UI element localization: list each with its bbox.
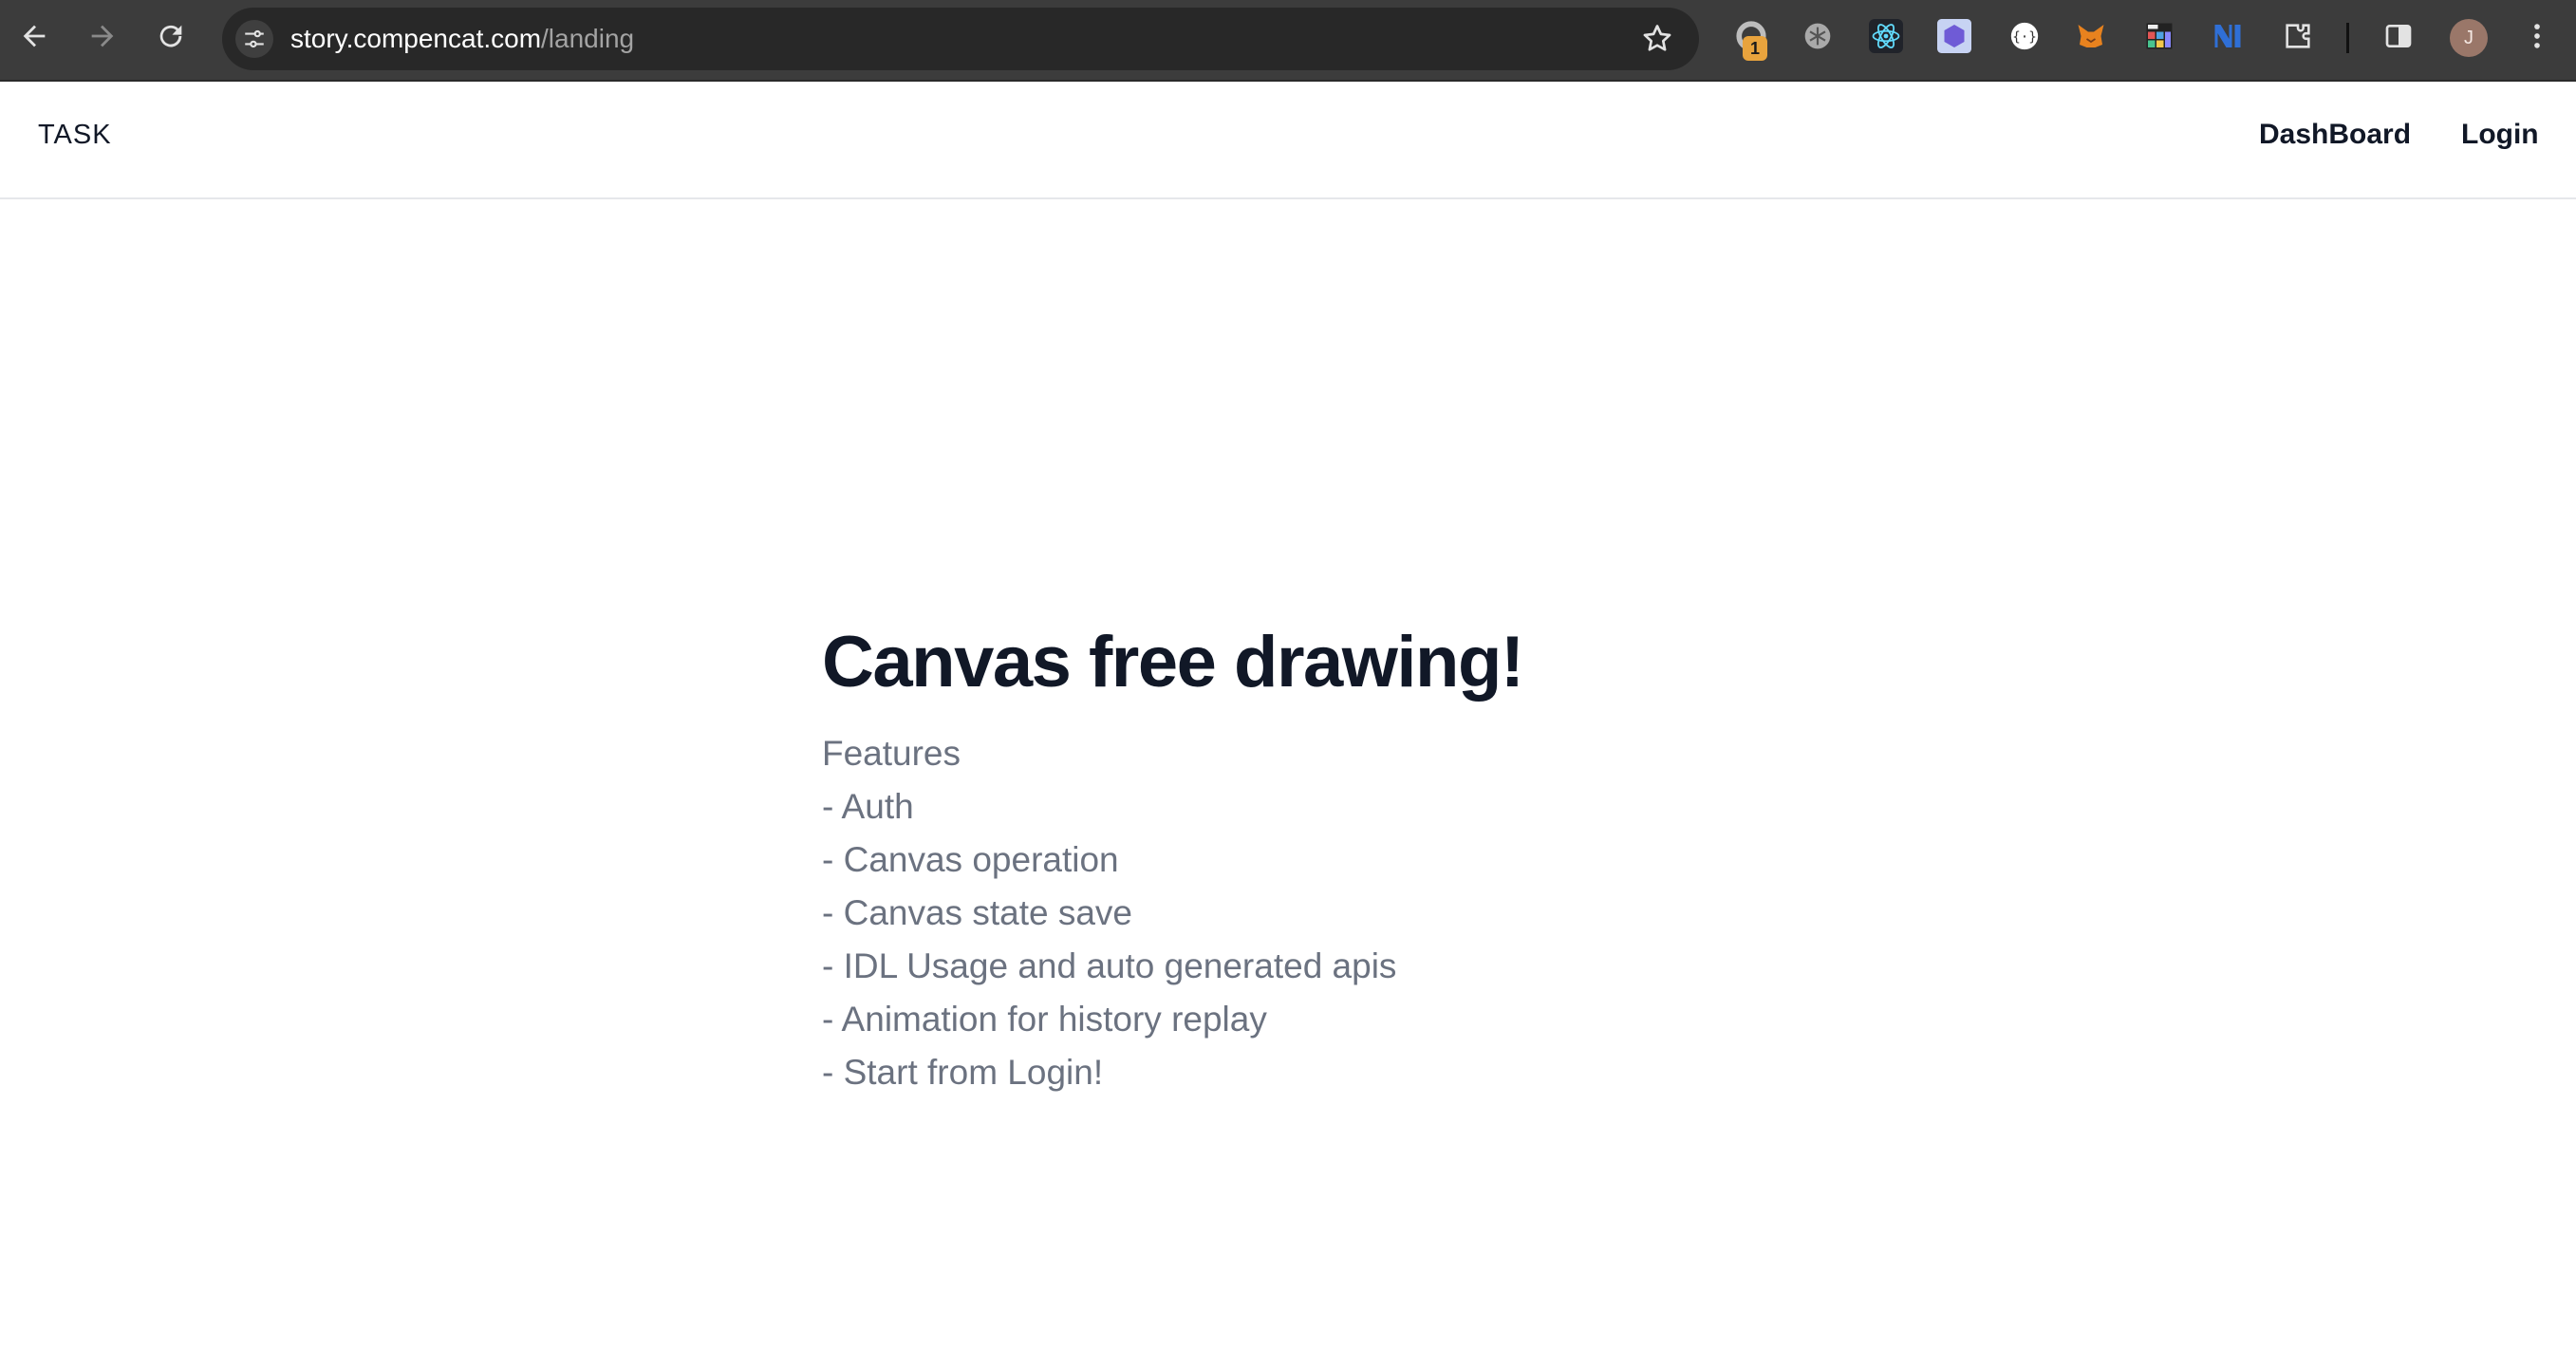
feature-item: - Start from Login! (822, 1053, 1104, 1092)
dashboard-link[interactable]: DashBoard (2259, 82, 2411, 188)
browser-toolbar: story.compencat.com/landing 1 {·} J (0, 0, 2576, 82)
extension-json-viewer-icon[interactable]: {·} (2007, 18, 2043, 54)
kebab-menu-icon[interactable] (2519, 18, 2555, 54)
hero-section: Canvas free drawing! Features - Auth - C… (822, 615, 1524, 1099)
extension-badge: 1 (1743, 36, 1767, 61)
site-header: TASK DashBoard Login (0, 82, 2576, 199)
page-title: Canvas free drawing! (822, 622, 1524, 702)
feature-item: - Canvas operation (822, 840, 1119, 879)
features-list: Features - Auth - Canvas operation - Can… (822, 727, 1523, 1099)
feature-item: - IDL Usage and auto generated apis (822, 946, 1397, 985)
forward-arrow-icon[interactable] (84, 17, 121, 55)
extension-metamask-fox-icon[interactable] (2073, 18, 2109, 54)
bookmark-star-icon[interactable] (1640, 22, 1674, 56)
site-settings-icon[interactable] (235, 20, 273, 58)
extension-color-palette-icon[interactable] (2141, 18, 2177, 54)
extension-n-logo-icon[interactable] (2210, 18, 2246, 54)
extension-snowflake-icon[interactable] (1800, 18, 1836, 54)
features-heading: Features (822, 734, 961, 773)
feature-item: - Animation for history replay (822, 1000, 1267, 1039)
feature-item: - Canvas state save (822, 893, 1132, 932)
profile-avatar[interactable]: J (2450, 19, 2488, 57)
toolbar-separator (2346, 23, 2349, 53)
back-arrow-icon[interactable] (15, 17, 53, 55)
address-bar[interactable]: story.compencat.com/landing (222, 8, 1699, 70)
url-domain: story.compencat.com (290, 24, 542, 53)
svg-text:{·}: {·} (2012, 30, 2037, 46)
brand-logo-text[interactable]: TASK (38, 82, 112, 188)
extension-react-devtools-icon[interactable] (1868, 18, 1904, 54)
login-link[interactable]: Login (2461, 82, 2539, 188)
feature-item: - Auth (822, 787, 914, 826)
extension-hexagon-icon[interactable] (1936, 18, 1972, 54)
puzzle-extensions-icon[interactable] (2280, 18, 2316, 54)
url-text[interactable]: story.compencat.com/landing (290, 8, 634, 70)
url-path: /landing (541, 24, 635, 53)
reload-icon[interactable] (152, 17, 190, 55)
side-panel-icon[interactable] (2380, 18, 2417, 54)
